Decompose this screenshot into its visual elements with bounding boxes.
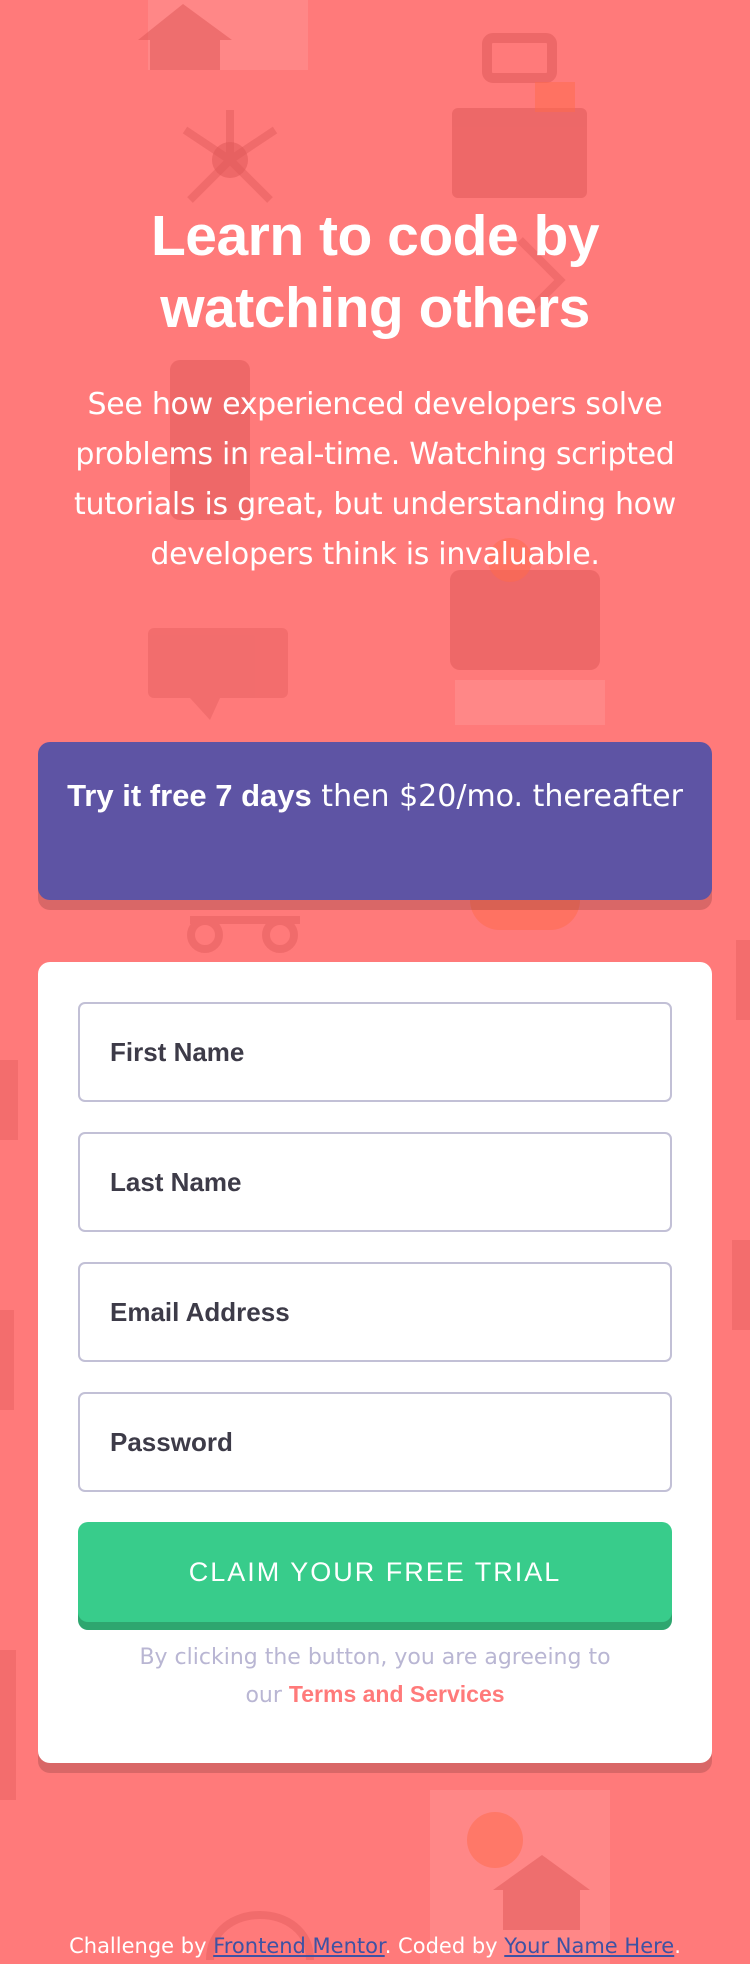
page: Learn to code by watching others See how… [0,0,750,1964]
frontend-mentor-link[interactable]: Frontend Mentor [213,1934,385,1958]
promo-rest: then $20/mo. thereafter [311,779,683,814]
password-input[interactable] [78,1392,672,1492]
author-link[interactable]: Your Name Here [504,1934,674,1958]
claim-free-trial-button[interactable]: CLAIM YOUR FREE TRIAL [78,1522,672,1622]
hero-section: Learn to code by watching others See how… [0,200,750,580]
terms-prefix: By clicking the button, you are agreeing… [139,1645,611,1670]
first-name-input[interactable] [78,1002,672,1102]
terms-link[interactable]: Terms and Services [289,1681,505,1707]
attribution-suffix: . [674,1934,681,1958]
attribution: Challenge by Frontend Mentor. Coded by Y… [0,1928,750,1964]
page-title: Learn to code by watching others [150,204,600,340]
terms-notice: By clicking the button, you are agreeing… [38,1640,712,1714]
promo-banner: Try it free 7 days then $20/mo. thereaft… [38,742,712,900]
attribution-middle: . Coded by [384,1934,505,1958]
last-name-input[interactable] [78,1132,672,1232]
email-input[interactable] [78,1262,672,1362]
terms-our: our [245,1683,289,1708]
hero-description: See how experienced developers solve pro… [74,387,676,572]
attribution-prefix: Challenge by [69,1934,214,1958]
promo-highlight: Try it free 7 days [67,778,312,813]
signup-form: CLAIM YOUR FREE TRIAL By clicking the bu… [38,962,712,1763]
